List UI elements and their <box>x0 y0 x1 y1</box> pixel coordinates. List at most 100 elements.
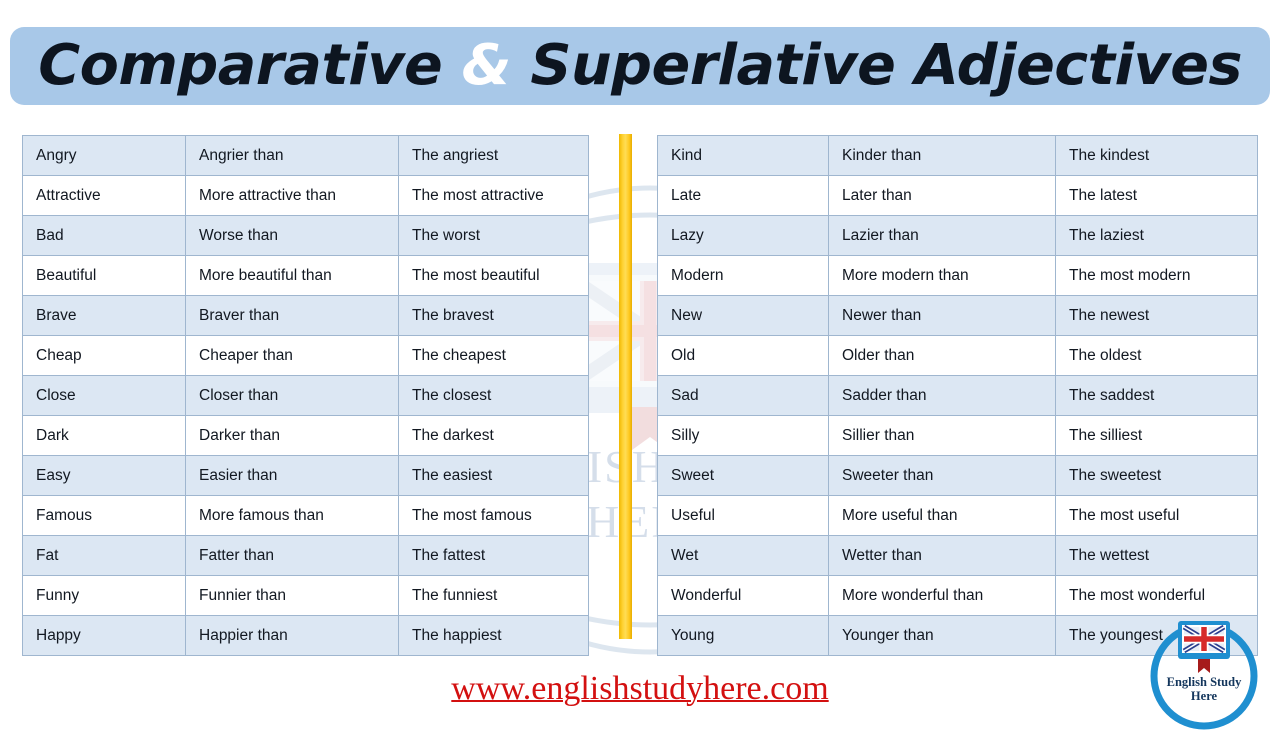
table-row: Famous More famous than The most famous <box>22 495 589 536</box>
cell-comparative: Cheaper than <box>185 335 399 376</box>
table-row: Old Older than The oldest <box>657 335 1258 376</box>
table-row: Beautiful More beautiful than The most bea… <box>22 255 589 296</box>
cell-comparative: Newer than <box>828 295 1056 336</box>
cell-superlative: The sweetest <box>1055 455 1258 496</box>
table-row: Lazy Lazier than The laziest <box>657 215 1258 256</box>
brand-logo[interactable]: English Study Here <box>1148 618 1260 730</box>
cell-superlative: The wettest <box>1055 535 1258 576</box>
cell-superlative: The cheapest <box>398 335 589 376</box>
cell-adjective: New <box>657 295 829 336</box>
cell-superlative: The most useful <box>1055 495 1258 536</box>
cell-comparative: Funnier than <box>185 575 399 616</box>
table-row: Sweet Sweeter than The sweetest <box>657 455 1258 496</box>
cell-superlative: The darkest <box>398 415 589 456</box>
title-ampersand: & <box>461 33 512 98</box>
cell-adjective: Lazy <box>657 215 829 256</box>
table-row: Useful More useful than The most useful <box>657 495 1258 536</box>
cell-comparative: Sadder than <box>828 375 1056 416</box>
cell-comparative: Younger than <box>828 615 1056 656</box>
table-row: Wonderful More wonderful than The most won… <box>657 575 1258 616</box>
cell-superlative: The newest <box>1055 295 1258 336</box>
cell-adjective: Young <box>657 615 829 656</box>
table-row: Close Closer than The closest <box>22 375 589 416</box>
cell-adjective: Fat <box>22 535 186 576</box>
cell-superlative: The most famous <box>398 495 589 536</box>
cell-comparative: Sweeter than <box>828 455 1056 496</box>
table-row: Modern More modern than The most modern <box>657 255 1258 296</box>
table-row: Brave Braver than The bravest <box>22 295 589 336</box>
brand-logo-caption-line-2: Here <box>1190 689 1218 703</box>
cell-adjective: Old <box>657 335 829 376</box>
table-row: Happy Happier than The happiest <box>22 615 589 656</box>
cell-adjective: Late <box>657 175 829 216</box>
cell-comparative: Later than <box>828 175 1056 216</box>
table-row: Wet Wetter than The wettest <box>657 535 1258 576</box>
cell-adjective: Famous <box>22 495 186 536</box>
brand-logo-graphic <box>1150 621 1258 730</box>
cell-comparative: Sillier than <box>828 415 1056 456</box>
cell-comparative: More useful than <box>828 495 1056 536</box>
title-part-1: Comparative <box>38 33 462 98</box>
cell-comparative: More attractive than <box>185 175 399 216</box>
adjectives-table-left: Angry Angrier than The angriest Attractive M… <box>22 135 589 656</box>
cell-superlative: The worst <box>398 215 589 256</box>
table-left-body: Angry Angrier than The angriest Attractive M… <box>22 135 589 656</box>
cell-superlative: The most modern <box>1055 255 1258 296</box>
cell-adjective: Bad <box>22 215 186 256</box>
table-row: Dark Darker than The darkest <box>22 415 589 456</box>
cell-comparative: Worse than <box>185 215 399 256</box>
cell-superlative: The bravest <box>398 295 589 336</box>
table-row: Attractive More attractive than The most a… <box>22 175 589 216</box>
cell-superlative: The most attractive <box>398 175 589 216</box>
cell-comparative: Lazier than <box>828 215 1056 256</box>
cell-adjective: Angry <box>22 135 186 176</box>
page-title: Comparative & Superlative Adjectives <box>38 38 1242 94</box>
table-row: Kind Kinder than The kindest <box>657 135 1258 176</box>
table-row: Late Later than The latest <box>657 175 1258 216</box>
table-row: New Newer than The newest <box>657 295 1258 336</box>
cell-superlative: The fattest <box>398 535 589 576</box>
cell-comparative: Fatter than <box>185 535 399 576</box>
cell-comparative: Angrier than <box>185 135 399 176</box>
cell-adjective: Beautiful <box>22 255 186 296</box>
cell-comparative: Braver than <box>185 295 399 336</box>
cell-adjective: Funny <box>22 575 186 616</box>
cell-superlative: The most beautiful <box>398 255 589 296</box>
cell-adjective: Easy <box>22 455 186 496</box>
cell-superlative: The laziest <box>1055 215 1258 256</box>
table-right-body: Kind Kinder than The kindest Late Later than… <box>657 135 1258 656</box>
title-banner: Comparative & Superlative Adjectives <box>10 27 1270 105</box>
cell-adjective: Dark <box>22 415 186 456</box>
title-part-2: Superlative Adjectives <box>510 33 1242 98</box>
table-row: Cheap Cheaper than The cheapest <box>22 335 589 376</box>
footer-website-url[interactable]: www.englishstudyhere.com <box>0 670 1280 708</box>
cell-adjective: Close <box>22 375 186 416</box>
brand-logo-caption-line-1: English Study <box>1166 675 1242 689</box>
cell-adjective: Brave <box>22 295 186 336</box>
cell-superlative: The oldest <box>1055 335 1258 376</box>
cell-adjective: Modern <box>657 255 829 296</box>
cell-comparative: More wonderful than <box>828 575 1056 616</box>
cell-comparative: Wetter than <box>828 535 1056 576</box>
cell-adjective: Cheap <box>22 335 186 376</box>
cell-adjective: Happy <box>22 615 186 656</box>
cell-adjective: Sad <box>657 375 829 416</box>
cell-comparative: Older than <box>828 335 1056 376</box>
table-row: Angry Angrier than The angriest <box>22 135 589 176</box>
table-row: Bad Worse than The worst <box>22 215 589 256</box>
cell-comparative: Kinder than <box>828 135 1056 176</box>
cell-adjective: Attractive <box>22 175 186 216</box>
cell-comparative: More beautiful than <box>185 255 399 296</box>
table-row: Sad Sadder than The saddest <box>657 375 1258 416</box>
table-row: Funny Funnier than The funniest <box>22 575 589 616</box>
cell-comparative: Closer than <box>185 375 399 416</box>
cell-superlative: The easiest <box>398 455 589 496</box>
cell-comparative: More modern than <box>828 255 1056 296</box>
book-union-jack-icon <box>1178 621 1230 673</box>
vertical-divider <box>619 134 632 639</box>
adjectives-table-right: Kind Kinder than The kindest Late Later than… <box>657 135 1258 656</box>
cell-superlative: The closest <box>398 375 589 416</box>
cell-superlative: The silliest <box>1055 415 1258 456</box>
cell-superlative: The happiest <box>398 615 589 656</box>
brand-logo-caption: English Study Here <box>1148 675 1260 703</box>
